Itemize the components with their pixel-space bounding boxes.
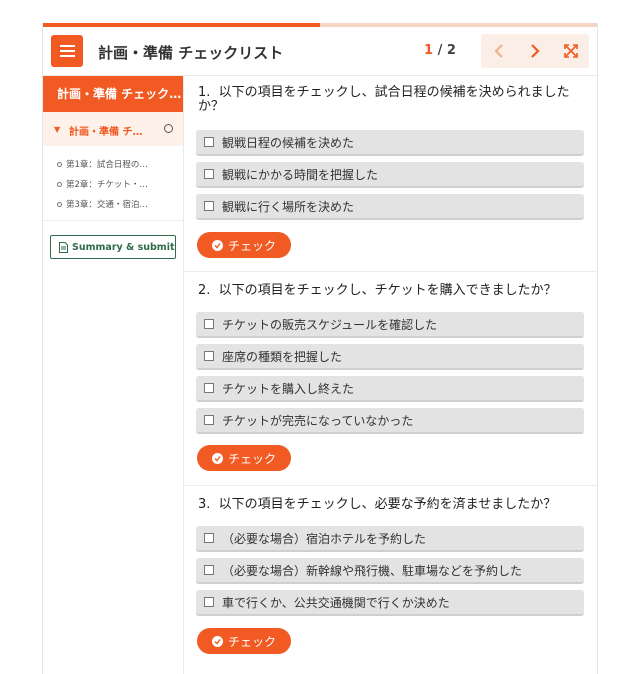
summary-submit-button[interactable]: Summary & submit xyxy=(50,235,176,259)
option-checkbox[interactable]: 観戦日程の候補を決めた xyxy=(196,130,584,156)
checkbox-icon xyxy=(204,565,214,575)
question-2: 2. 以下の項目をチェックし、チケットを購入できましたか？ xyxy=(198,283,557,298)
bullet-icon xyxy=(57,182,62,187)
check-circle-icon xyxy=(211,452,223,464)
chevron-left-icon xyxy=(494,44,503,58)
option-checkbox[interactable]: チケットの販売スケジュールを確認した xyxy=(196,312,584,338)
question-divider xyxy=(184,271,597,272)
option-checkbox[interactable]: 座席の種類を把握した xyxy=(196,344,584,370)
nav-buttons xyxy=(481,34,589,68)
sidebar-header[interactable]: 計画・準備 チェックリスト xyxy=(43,76,183,112)
option-checkbox[interactable]: チケットが完売になっていなかった xyxy=(196,408,584,434)
checkbox-icon xyxy=(204,137,214,147)
checkbox-icon xyxy=(204,597,214,607)
header: 計画・準備 チェックリスト 1 / 2 xyxy=(43,27,597,76)
sidebar-section-label: 計画・準備 チェックリスト xyxy=(69,127,149,138)
fullscreen-button[interactable] xyxy=(553,34,589,68)
option-checkbox[interactable]: 車で行くか、公共交通機関で行くか決めた xyxy=(196,590,584,616)
hamburger-icon xyxy=(59,45,75,47)
page-title: 計画・準備 チェックリスト xyxy=(98,44,284,62)
main-content: 1. 以下の項目をチェックし、試合日程の候補を決められましたか？ 観戦日程の候補… xyxy=(184,76,597,674)
prev-button[interactable] xyxy=(481,34,517,68)
chevron-right-icon xyxy=(531,44,540,58)
sidebar-section[interactable]: ▼ 計画・準備 チェックリスト xyxy=(43,112,183,146)
option-checkbox[interactable]: 観戦に行く場所を決めた xyxy=(196,194,584,220)
next-button[interactable] xyxy=(517,34,553,68)
check-circle-icon xyxy=(211,635,223,647)
checkbox-icon xyxy=(204,201,214,211)
caret-down-icon: ▼ xyxy=(54,125,61,134)
checkbox-icon xyxy=(204,351,214,361)
checkbox-icon xyxy=(204,319,214,329)
expand-icon xyxy=(564,44,578,58)
sidebar-item-chapter-1[interactable]: 第1章：試合日程の… xyxy=(57,158,148,170)
checkbox-icon xyxy=(204,415,214,425)
option-checkbox[interactable]: （必要な場合）宿泊ホテルを予約した xyxy=(196,526,584,552)
question-3: 3. 以下の項目をチェックし、必要な予約を済ませましたか？ xyxy=(198,497,557,512)
check-button[interactable]: チェック xyxy=(197,232,291,258)
check-button[interactable]: チェック xyxy=(197,628,291,654)
bullet-icon xyxy=(57,162,62,167)
page-counter: 1 / 2 xyxy=(424,43,456,58)
sidebar-divider xyxy=(43,220,183,221)
checkbox-icon xyxy=(204,533,214,543)
menu-button[interactable] xyxy=(51,35,83,67)
document-icon xyxy=(59,241,68,253)
player-frame: 計画・準備 チェックリスト 1 / 2 計画・準備 チェックリスト ▼ 計画・準… xyxy=(42,23,598,674)
check-button[interactable]: チェック xyxy=(197,445,291,471)
option-checkbox[interactable]: チケットを購入し終えた xyxy=(196,376,584,402)
sidebar-item-chapter-3[interactable]: 第3章：交通・宿泊… xyxy=(57,198,148,210)
status-circle-icon xyxy=(164,124,173,133)
question-1: 1. 以下の項目をチェックし、試合日程の候補を決められましたか？ xyxy=(198,85,570,114)
check-circle-icon xyxy=(211,239,223,251)
sidebar-item-chapter-2[interactable]: 第2章：チケット・… xyxy=(57,178,148,190)
bullet-icon xyxy=(57,202,62,207)
question-divider xyxy=(184,485,597,486)
checkbox-icon xyxy=(204,169,214,179)
option-checkbox[interactable]: （必要な場合）新幹線や飛行機、駐車場などを予約した xyxy=(196,558,584,584)
option-checkbox[interactable]: 観戦にかかる時間を把握した xyxy=(196,162,584,188)
sidebar: 計画・準備 チェックリスト ▼ 計画・準備 チェックリスト 第1章：試合日程の…… xyxy=(43,76,184,674)
checkbox-icon xyxy=(204,383,214,393)
